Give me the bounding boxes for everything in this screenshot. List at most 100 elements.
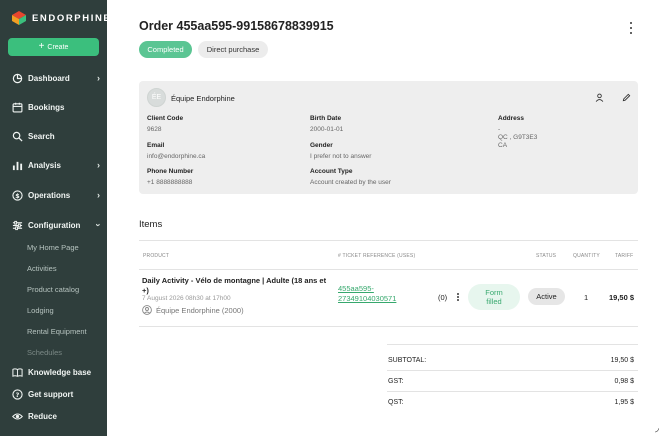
- product-date: 7 August 2026 08h30 at 17h00: [142, 295, 231, 302]
- qst-label: QST:: [388, 399, 404, 406]
- nav-search[interactable]: Search: [12, 128, 100, 144]
- nav-get-support-label: Get support: [28, 389, 74, 399]
- config-item-lodging[interactable]: Lodging: [27, 306, 54, 315]
- edit-pencil-icon[interactable]: [622, 93, 631, 102]
- ticket-uses: (0): [438, 293, 448, 302]
- phone-label: Phone Number: [147, 168, 194, 175]
- resize-handle-icon[interactable]: ◞: [655, 423, 667, 435]
- nav-analysis[interactable]: Analysis ›: [12, 157, 100, 173]
- nav-knowledge-base-label: Knowledge base: [28, 367, 92, 377]
- order-title: Order 455aa595-99158678839915: [139, 19, 334, 33]
- column-header-quantity: QUANTITY: [573, 253, 600, 259]
- nav-configuration[interactable]: Configuration ›: [12, 217, 104, 233]
- phone-value: +1 8888888888: [147, 179, 193, 186]
- question-icon: ?: [12, 388, 23, 400]
- search-icon: [12, 131, 23, 142]
- nav-reduce[interactable]: Reduce: [12, 408, 100, 424]
- divider: [139, 269, 638, 270]
- chevron-down-icon: ›: [93, 223, 104, 227]
- qst-value: 1,95 $: [614, 399, 634, 406]
- client-code-value: 9628: [147, 126, 162, 133]
- divider: [139, 326, 638, 327]
- ticket-reference-link[interactable]: 455aa595- 27349104030571: [338, 284, 396, 304]
- nav-search-label: Search: [28, 131, 55, 141]
- chevron-right-icon: ›: [97, 160, 100, 170]
- divider: [139, 240, 638, 241]
- column-header-status: STATUS: [536, 253, 557, 259]
- quantity-value: 1: [584, 293, 589, 302]
- form-filled-label: Form filled: [485, 288, 503, 306]
- totals-divider: [387, 370, 638, 371]
- brand-logo[interactable]: ENDORPHINE: [12, 11, 111, 25]
- config-item-activities[interactable]: Activities: [27, 264, 57, 273]
- column-header-tariff: TARIFF: [615, 253, 634, 259]
- chevron-right-icon: ›: [97, 190, 100, 200]
- subtotal-label: SUBTOTAL:: [388, 357, 427, 364]
- gst-value: 0,98 $: [614, 378, 634, 385]
- nav-knowledge-base[interactable]: Knowledge base: [12, 364, 100, 380]
- birth-date-value: 2000-01-01: [310, 126, 344, 133]
- bar-chart-icon: [12, 160, 23, 171]
- address-label: Address: [498, 115, 525, 122]
- sidebar: ENDORPHINE + Create Dashboard › Bookings…: [0, 0, 110, 436]
- totals-divider: [387, 344, 638, 345]
- nav-operations[interactable]: $ Operations ›: [12, 187, 100, 203]
- book-icon: [12, 367, 23, 378]
- gst-label: GST:: [388, 378, 404, 385]
- nav-bookings[interactable]: Bookings: [12, 99, 100, 115]
- tariff-value: 19,50 $: [609, 293, 635, 302]
- config-item-rental-equipment[interactable]: Rental Equipment: [27, 327, 87, 336]
- order-type-badge: Direct purchase: [198, 41, 268, 58]
- create-label: Create: [47, 43, 69, 51]
- customer-avatar: ÉE: [147, 88, 166, 107]
- address-line-2: QC , G9T3E3: [498, 134, 538, 141]
- gender-label: Gender: [310, 142, 333, 149]
- status-badge-completed: Completed: [139, 41, 192, 58]
- address-line-1: -: [498, 126, 501, 133]
- brand-name: ENDORPHINE: [32, 12, 112, 24]
- config-item-product-catalog[interactable]: Product catalog: [27, 285, 79, 294]
- nav-reduce-label: Reduce: [28, 411, 57, 421]
- nav-bookings-label: Bookings: [28, 102, 65, 112]
- nav-configuration-label: Configuration: [28, 220, 81, 230]
- user-circle-icon: [142, 305, 152, 315]
- totals-divider: [387, 391, 638, 392]
- config-item-my-home-page[interactable]: My Home Page: [27, 243, 79, 252]
- customer-card: ÉE Équipe Endorphine Client Code 9628 Em…: [139, 81, 638, 194]
- gender-value: I prefer not to answer: [310, 153, 372, 160]
- calendar-icon: [12, 102, 23, 113]
- account-type-label: Account Type: [310, 168, 353, 175]
- subtotal-value: 19,50 $: [610, 357, 634, 364]
- nav-operations-label: Operations: [28, 190, 71, 200]
- email-label: Email: [147, 142, 165, 149]
- product-owner: Équipe Endorphine (2000): [142, 305, 244, 315]
- product-name: Daily Activity - Vélo de montagne | Adul…: [142, 276, 327, 295]
- chevron-right-icon: ›: [97, 73, 100, 83]
- create-button[interactable]: + Create: [8, 38, 99, 56]
- main-content: Order 455aa595-99158678839915 Completed …: [107, 0, 670, 436]
- order-more-options-icon[interactable]: [627, 22, 635, 34]
- user-profile-icon[interactable]: [595, 93, 604, 102]
- svg-text:$: $: [15, 191, 20, 199]
- plus-icon: +: [38, 41, 45, 52]
- product-owner-label: Équipe Endorphine (2000): [156, 305, 244, 315]
- row-more-options-icon[interactable]: [456, 293, 460, 301]
- nav-dashboard-label: Dashboard: [28, 73, 70, 83]
- items-heading: Items: [139, 219, 163, 230]
- status-badge-active: Active: [528, 288, 565, 305]
- eye-icon: [12, 411, 23, 422]
- account-type-value: Account created by the user: [310, 179, 391, 186]
- address-line-3: CA: [498, 142, 508, 149]
- ticket-reference-line-2: 27349104030571: [338, 294, 397, 303]
- dollar-icon: $: [12, 189, 23, 201]
- client-code-label: Client Code: [147, 115, 184, 122]
- nav-get-support[interactable]: ? Get support: [12, 386, 100, 402]
- customer-name: Équipe Endorphine: [171, 94, 235, 103]
- sliders-icon: [12, 220, 23, 231]
- email-value: info@endorphine.ca: [147, 153, 206, 160]
- nav-dashboard[interactable]: Dashboard ›: [12, 70, 100, 86]
- config-item-schedules[interactable]: Schedules: [27, 348, 62, 357]
- form-filled-badge[interactable]: Form filled: [468, 284, 520, 310]
- nav-analysis-label: Analysis: [28, 160, 61, 170]
- svg-text:?: ?: [16, 390, 20, 398]
